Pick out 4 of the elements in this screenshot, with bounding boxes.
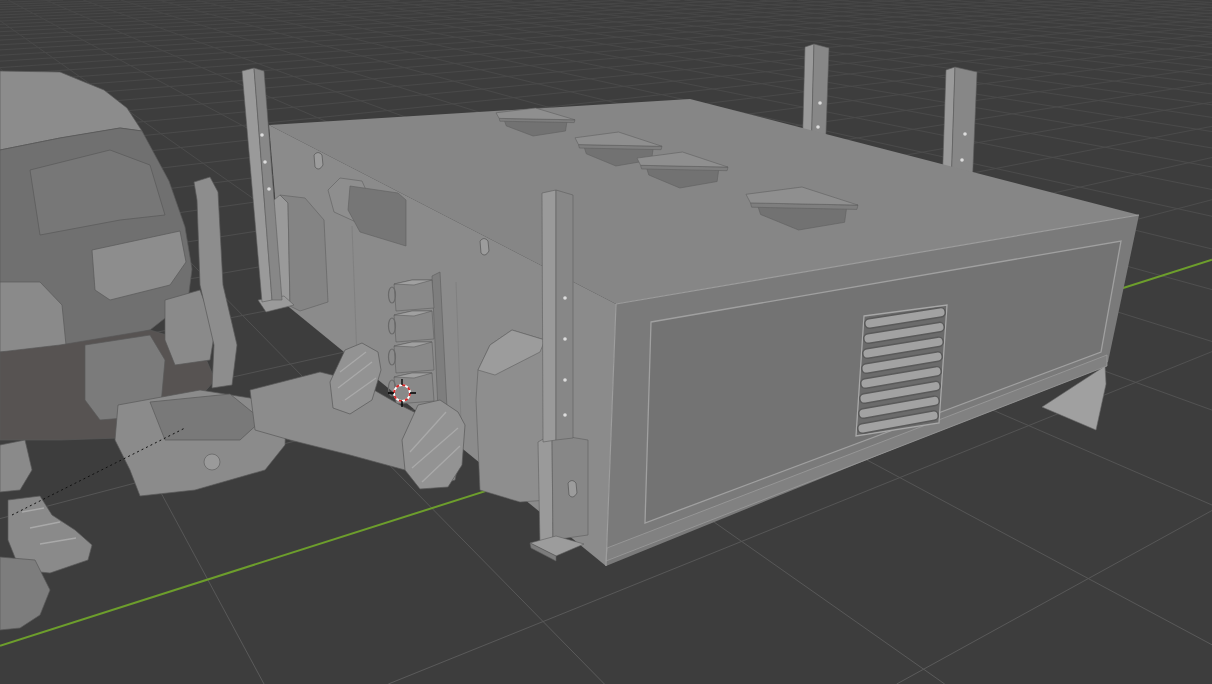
latch-loop [313,152,324,170]
latch-loop [479,238,490,256]
support-fin [1041,365,1107,431]
side-plate [0,439,33,493]
